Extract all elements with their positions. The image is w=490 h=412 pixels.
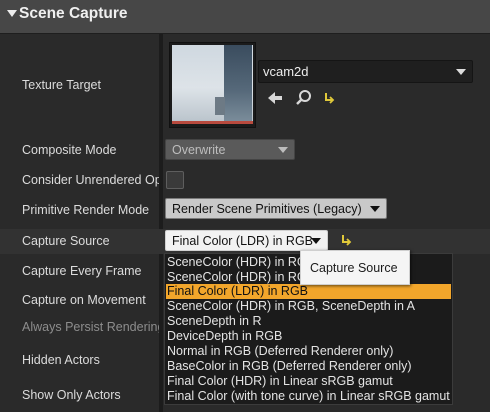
reset-to-default-icon[interactable] xyxy=(340,234,352,246)
capture-source-tooltip: Capture Source xyxy=(300,250,410,285)
primitive-render-mode-combo[interactable]: Render Scene Primitives (Legacy) xyxy=(165,198,387,219)
composite-mode-combo[interactable]: Overwrite xyxy=(165,139,295,160)
asset-name: vcam2d xyxy=(263,64,309,79)
dropdown-option[interactable]: DeviceDepth in RGB xyxy=(166,329,451,344)
always-persist-rendering-label: Always Persist Rendering State xyxy=(22,320,159,334)
composite-mode-label: Composite Mode xyxy=(22,143,117,157)
show-only-actors-label: Show Only Actors xyxy=(22,388,121,402)
chevron-down-icon xyxy=(370,206,380,212)
dropdown-option[interactable]: SceneDepth in R xyxy=(166,314,451,329)
primitive-render-mode-label: Primitive Render Mode xyxy=(22,203,150,217)
section-title: Scene Capture xyxy=(19,5,128,22)
composite-mode-value: Overwrite xyxy=(172,143,226,157)
texture-thumbnail[interactable] xyxy=(169,42,256,128)
dropdown-option[interactable]: SceneColor (HDR) in RGB, SceneDepth in A xyxy=(166,299,451,314)
reset-to-default-icon[interactable] xyxy=(323,92,335,104)
texture-target-label: Texture Target xyxy=(22,78,101,92)
use-selected-arrow-icon[interactable] xyxy=(266,89,284,107)
primitive-render-mode-value: Render Scene Primitives (Legacy) xyxy=(172,202,362,216)
hidden-actors-label: Hidden Actors xyxy=(22,353,100,367)
consider-unrendered-label: Consider Unrendered Opaque Pixels xyxy=(22,173,159,187)
section-header[interactable]: Scene Capture xyxy=(0,0,490,34)
capture-every-frame-label: Capture Every Frame xyxy=(22,264,142,278)
dropdown-option[interactable]: Normal in RGB (Deferred Renderer only) xyxy=(166,344,451,359)
chevron-down-icon xyxy=(278,147,288,153)
chevron-down-icon xyxy=(456,69,466,75)
dropdown-option-selected[interactable]: Final Color (LDR) in RGB xyxy=(166,284,451,299)
chevron-down-icon xyxy=(311,238,321,244)
capture-source-value: Final Color (LDR) in RGB xyxy=(172,234,314,248)
consider-unrendered-checkbox[interactable] xyxy=(166,171,184,189)
capture-on-movement-label: Capture on Movement xyxy=(22,293,146,307)
tooltip-text: Capture Source xyxy=(310,261,398,275)
texture-asset-picker[interactable]: vcam2d xyxy=(258,60,473,83)
dropdown-option[interactable]: Final Color (with tone curve) in Linear … xyxy=(166,389,451,404)
capture-source-label: Capture Source xyxy=(22,234,110,248)
dropdown-option[interactable]: BaseColor in RGB (Deferred Renderer only… xyxy=(166,359,451,374)
capture-source-combo[interactable]: Final Color (LDR) in RGB xyxy=(165,230,328,251)
collapse-arrow-icon[interactable] xyxy=(7,10,17,17)
dropdown-option[interactable]: Final Color (HDR) in Linear sRGB gamut xyxy=(166,374,451,389)
column-splitter[interactable] xyxy=(159,34,163,412)
browse-search-icon[interactable] xyxy=(295,89,313,107)
